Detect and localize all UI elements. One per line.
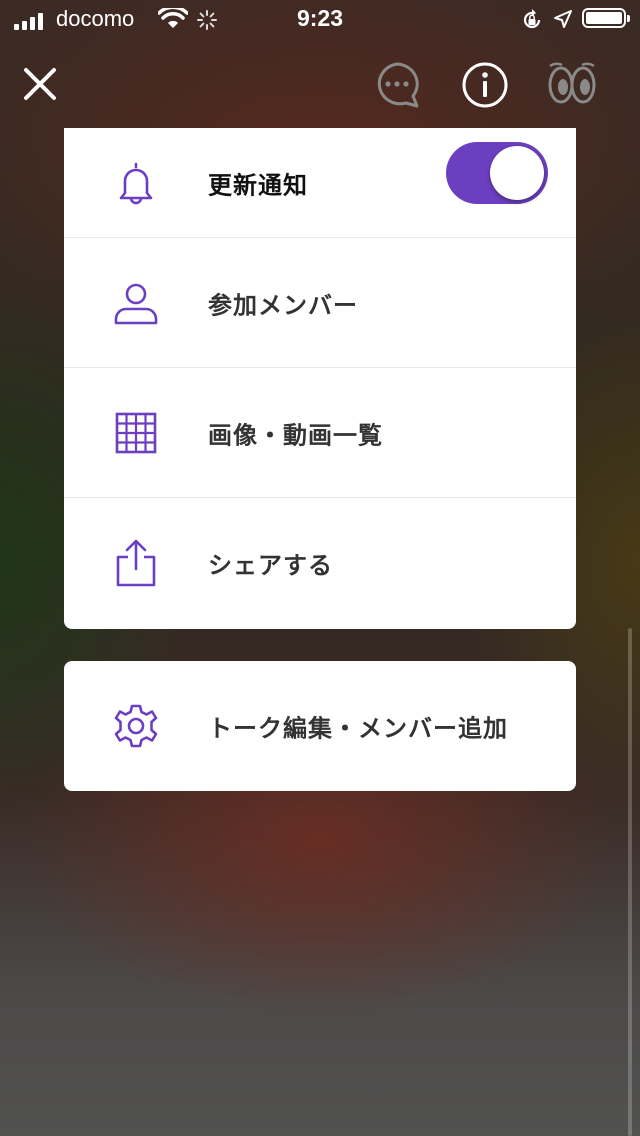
info-icon[interactable] (460, 60, 510, 110)
notifications-toggle[interactable] (446, 142, 548, 204)
eyes-icon[interactable] (546, 60, 598, 110)
share-icon (116, 539, 156, 587)
menu-item-members[interactable]: 参加メンバー (64, 238, 576, 368)
close-icon[interactable] (20, 64, 60, 104)
orientation-lock-icon (523, 9, 541, 29)
menu-item-notifications[interactable]: 更新通知 (64, 128, 576, 238)
status-bar: docomo 9:23 (0, 0, 640, 40)
menu-item-label: トーク編集・メンバー追加 (208, 714, 508, 743)
menu-item-edit-talk[interactable]: トーク編集・メンバー追加 (64, 661, 576, 791)
menu-item-label: 更新通知 (208, 171, 308, 199)
grid-icon (115, 412, 157, 453)
chat-bubble-icon[interactable] (372, 60, 422, 110)
settings-card: トーク編集・メンバー追加 (64, 661, 576, 791)
clock: 9:23 (296, 5, 344, 31)
battery-icon (582, 8, 630, 28)
scrollbar[interactable] (628, 628, 632, 1136)
menu-item-media-list[interactable]: 画像・動画一覧 (64, 368, 576, 498)
bell-icon (119, 162, 153, 204)
gear-icon (114, 704, 158, 748)
menu-item-share[interactable]: シェアする (64, 498, 576, 628)
location-arrow-icon (554, 10, 572, 28)
menu-item-label: 参加メンバー (208, 291, 358, 319)
toggle-knob (490, 146, 544, 200)
menu-item-label: 画像・動画一覧 (208, 421, 383, 449)
menu-item-label: シェアする (208, 551, 333, 580)
menu-card: 更新通知 参加メンバー 画像・動画一覧 シェアする (64, 128, 576, 629)
person-icon (114, 283, 158, 324)
